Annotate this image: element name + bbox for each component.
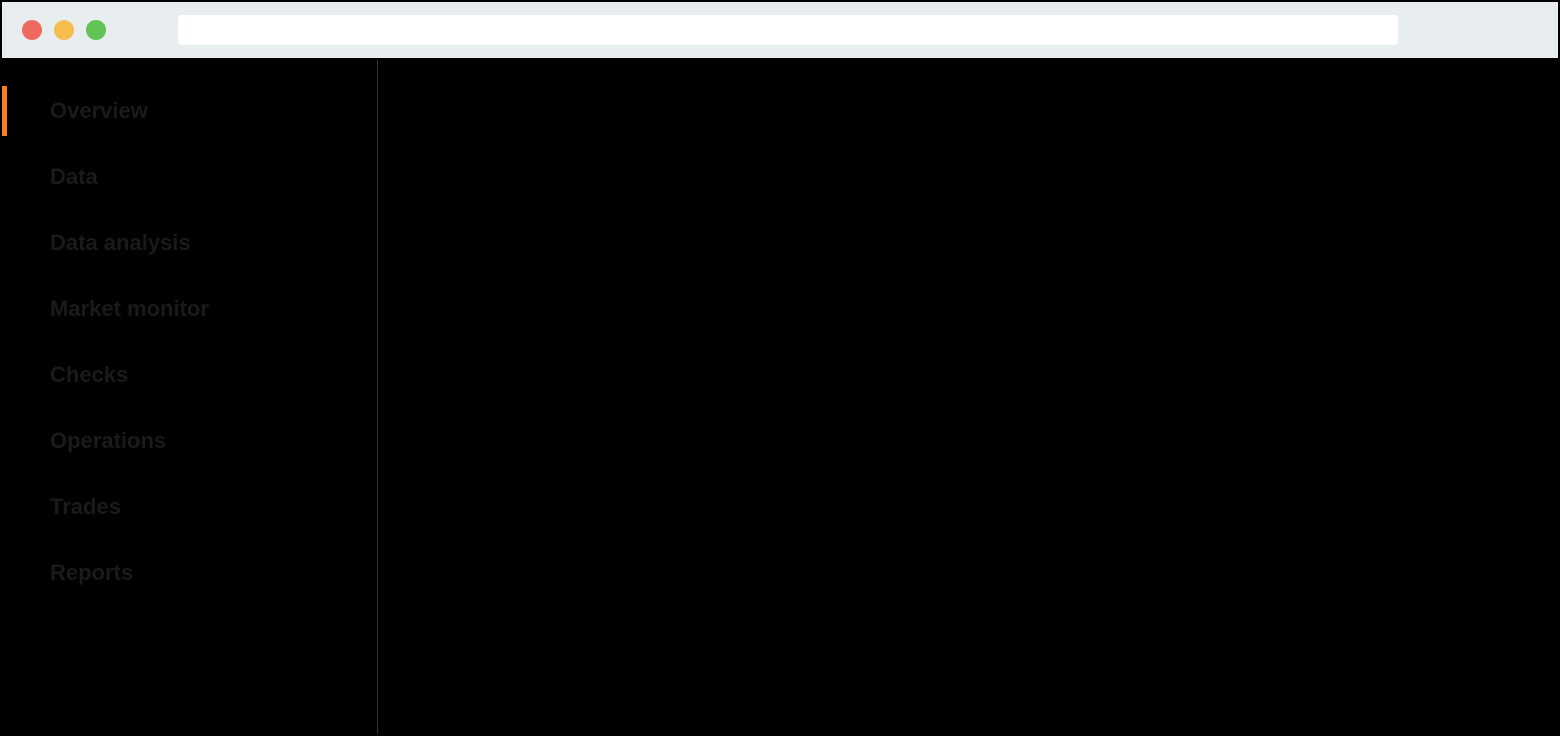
sidebar-item-label: Data [50,164,98,190]
maximize-window-button[interactable] [86,20,106,40]
window-controls [22,20,106,40]
sidebar-item-label: Trades [50,494,121,520]
sidebar: Overview Data Data analysis Market monit… [2,60,378,734]
content-area: Overview Data Data analysis Market monit… [2,60,1558,734]
sidebar-item-label: Market monitor [50,296,209,322]
sidebar-item-market-monitor[interactable]: Market monitor [2,276,377,342]
address-bar[interactable] [178,15,1398,45]
sidebar-item-label: Data analysis [50,230,191,256]
sidebar-item-label: Reports [50,560,133,586]
sidebar-item-reports[interactable]: Reports [2,540,377,606]
sidebar-item-data[interactable]: Data [2,144,377,210]
close-window-button[interactable] [22,20,42,40]
app-window: Overview Data Data analysis Market monit… [0,0,1560,736]
sidebar-item-trades[interactable]: Trades [2,474,377,540]
sidebar-item-data-analysis[interactable]: Data analysis [2,210,377,276]
sidebar-item-label: Checks [50,362,128,388]
minimize-window-button[interactable] [54,20,74,40]
sidebar-item-overview[interactable]: Overview [2,78,377,144]
main-content [378,60,1558,734]
titlebar [2,2,1558,60]
sidebar-item-checks[interactable]: Checks [2,342,377,408]
sidebar-item-label: Overview [50,98,148,124]
sidebar-item-operations[interactable]: Operations [2,408,377,474]
sidebar-item-label: Operations [50,428,166,454]
